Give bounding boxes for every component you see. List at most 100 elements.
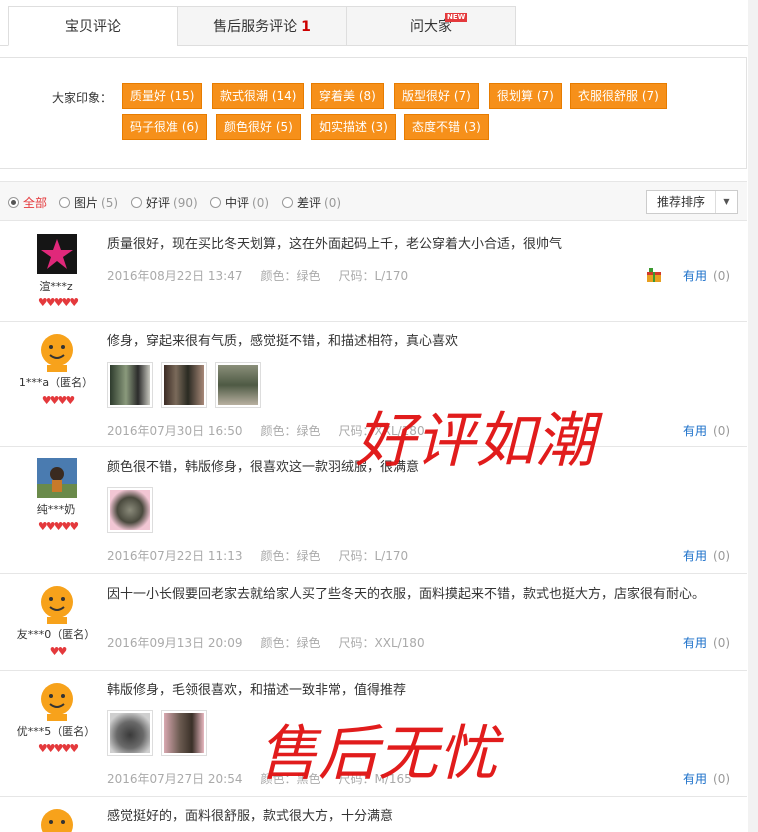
filter-count: (0) <box>324 196 342 210</box>
review-photo[interactable] <box>161 710 207 756</box>
avatar <box>37 458 77 498</box>
sort-label: 推荐排序 <box>657 195 706 209</box>
reputation-hearts-icon: ♥♥♥♥♥ <box>37 520 79 533</box>
review-size: 尺码：L/170 <box>338 549 409 563</box>
filter-label: 全部 <box>23 196 48 210</box>
filter-all[interactable]: 全部 <box>8 194 47 211</box>
review-date: 2016年07月30日 16:50 <box>107 424 243 438</box>
useful-label[interactable]: 有用 <box>683 636 707 650</box>
review-text: 韩版修身，毛领很喜欢，和描述一致非常，值得推荐 <box>107 683 407 698</box>
review-photo[interactable] <box>107 710 153 756</box>
filter-count: (5) <box>101 196 119 210</box>
impression-tag[interactable]: 很划算 (7) <box>489 83 562 109</box>
impression-tag[interactable]: 颜色很好 (5) <box>216 114 301 140</box>
radio-icon[interactable] <box>210 197 221 208</box>
impression-tag[interactable]: 质量好 (15) <box>122 83 203 109</box>
review-date: 2016年07月27日 20:54 <box>107 772 243 786</box>
reputation-hearts-icon: ♥♥♥♥♥ <box>37 742 79 755</box>
review-photo[interactable] <box>107 362 153 408</box>
radio-icon[interactable] <box>59 197 70 208</box>
review-photo[interactable] <box>161 362 207 408</box>
radio-icon[interactable] <box>8 197 19 208</box>
useful-button[interactable]: 有用 (0) <box>683 634 730 651</box>
filter-negative[interactable]: 差评 (0) <box>282 194 341 211</box>
useful-label[interactable]: 有用 <box>683 424 707 438</box>
reputation-hearts-icon: ♥♥♥♥♥ <box>37 296 79 309</box>
scroll-edge <box>748 0 758 832</box>
useful-label[interactable]: 有用 <box>683 269 707 283</box>
review-text: 感觉挺好的，面料很舒服，款式很大方，十分满意 <box>107 809 394 824</box>
tab-after-sales-reviews[interactable]: 售后服务评论 1 <box>177 6 347 46</box>
username: 纯***奶 <box>36 503 76 516</box>
radio-icon[interactable] <box>282 197 293 208</box>
impression-tag[interactable]: 码子很准 (6) <box>122 114 207 140</box>
filter-label: 中评 <box>225 196 250 210</box>
username: 友***0（匿名） <box>16 628 96 641</box>
useful-count: (0) <box>713 636 731 650</box>
useful-count: (0) <box>713 269 731 283</box>
useful-button[interactable]: 有用 (0) <box>683 267 730 284</box>
filter-bar: 全部 图片 (5) 好评 (90) 中评 (0) 差评 (0) 推荐排序 ▼ <box>0 181 747 221</box>
reputation-hearts-icon: ♥♥ <box>49 645 68 658</box>
review-item: 友***0（匿名） ♥♥ 因十一小长假要回老家去就给家人买了些冬天的衣服，面料摸… <box>0 574 747 671</box>
filter-count: (90) <box>173 196 198 210</box>
default-avatar-icon <box>37 332 77 372</box>
review-text: 质量很好，现在买比冬天划算，这在外面起码上千，老公穿着大小合适，很帅气 <box>107 237 563 252</box>
filter-neutral[interactable]: 中评 (0) <box>210 194 269 211</box>
filter-images[interactable]: 图片 (5) <box>59 194 118 211</box>
impression-tag[interactable]: 穿着美 (8) <box>311 83 384 109</box>
review-meta: 2016年07月22日 11:13 颜色：绿色 尺码：L/170 <box>107 547 426 564</box>
review-date: 2016年09月13日 20:09 <box>107 636 243 650</box>
impression-tag[interactable]: 版型很好 (7) <box>394 83 479 109</box>
review-color: 颜色：绿色 <box>260 424 321 438</box>
review-photo[interactable] <box>107 487 153 533</box>
useful-count: (0) <box>713 424 731 438</box>
useful-label[interactable]: 有用 <box>683 549 707 563</box>
review-photo[interactable] <box>215 362 261 408</box>
chevron-down-icon[interactable]: ▼ <box>715 191 737 213</box>
reputation-hearts-icon: ♥♥♥♥ <box>41 394 75 407</box>
filter-positive[interactable]: 好评 (90) <box>131 194 198 211</box>
radio-icon[interactable] <box>131 197 142 208</box>
promo-overlay-text: 好评如潮 <box>355 406 595 476</box>
tab-product-reviews[interactable]: 宝贝评论 <box>8 6 178 46</box>
review-item: 渲***z ♥♥♥♥♥ 质量很好，现在买比冬天划算，这在外面起码上千，老公穿着大… <box>0 222 747 322</box>
review-date: 2016年07月22日 11:13 <box>107 549 243 563</box>
review-date: 2016年08月22日 13:47 <box>107 269 243 283</box>
gift-icon[interactable] <box>646 268 662 282</box>
useful-label[interactable]: 有用 <box>683 772 707 786</box>
review-color: 颜色：绿色 <box>260 636 321 650</box>
promo-overlay-text: 售后无忧 <box>258 719 498 789</box>
useful-count: (0) <box>713 549 731 563</box>
username: 渲***z <box>39 280 73 293</box>
default-avatar-icon <box>37 807 77 832</box>
review-tabs: 宝贝评论 售后服务评论 1 问大家 NEW <box>0 6 758 46</box>
review-color: 颜色：绿色 <box>260 269 321 283</box>
review-text: 因十一小长假要回老家去就给家人买了些冬天的衣服，面料摸起来不错，款式也挺大方，店… <box>107 587 706 602</box>
tab-count-badge: 1 <box>301 19 311 35</box>
review-meta: 2016年08月22日 13:47 颜色：绿色 尺码：L/170 <box>107 267 426 284</box>
useful-button[interactable]: 有用 (0) <box>683 770 730 787</box>
useful-count: (0) <box>713 772 731 786</box>
impressions-label: 大家印象： <box>52 91 113 105</box>
tab-label: 售后服务评论 <box>213 19 298 35</box>
star-icon <box>37 234 77 274</box>
default-avatar-icon <box>37 584 77 624</box>
review-size: 尺码：L/170 <box>338 269 409 283</box>
avatar <box>37 234 77 274</box>
review-size: 尺码：XXL/180 <box>338 636 425 650</box>
sort-dropdown[interactable]: 推荐排序 ▼ <box>646 190 738 214</box>
filter-label: 图片 <box>74 196 99 210</box>
review-item: 感觉挺好的，面料很舒服，款式很大方，十分满意 <box>0 797 747 832</box>
impression-tag[interactable]: 如实描述 (3) <box>311 114 396 140</box>
impression-tag[interactable]: 衣服很舒服 (7) <box>570 83 667 109</box>
tab-ask-everyone[interactable]: 问大家 NEW <box>346 6 516 46</box>
impressions-panel: 大家印象： 质量好 (15) 款式很潮 (14) 穿着美 (8) 版型很好 (7… <box>0 57 747 169</box>
impression-tag[interactable]: 款式很潮 (14) <box>212 83 305 109</box>
new-badge: NEW <box>445 13 468 22</box>
filter-label: 好评 <box>146 196 171 210</box>
username: 优***5（匿名） <box>16 725 96 738</box>
impression-tag[interactable]: 态度不错 (3) <box>404 114 489 140</box>
useful-button[interactable]: 有用 (0) <box>683 422 730 439</box>
useful-button[interactable]: 有用 (0) <box>683 547 730 564</box>
